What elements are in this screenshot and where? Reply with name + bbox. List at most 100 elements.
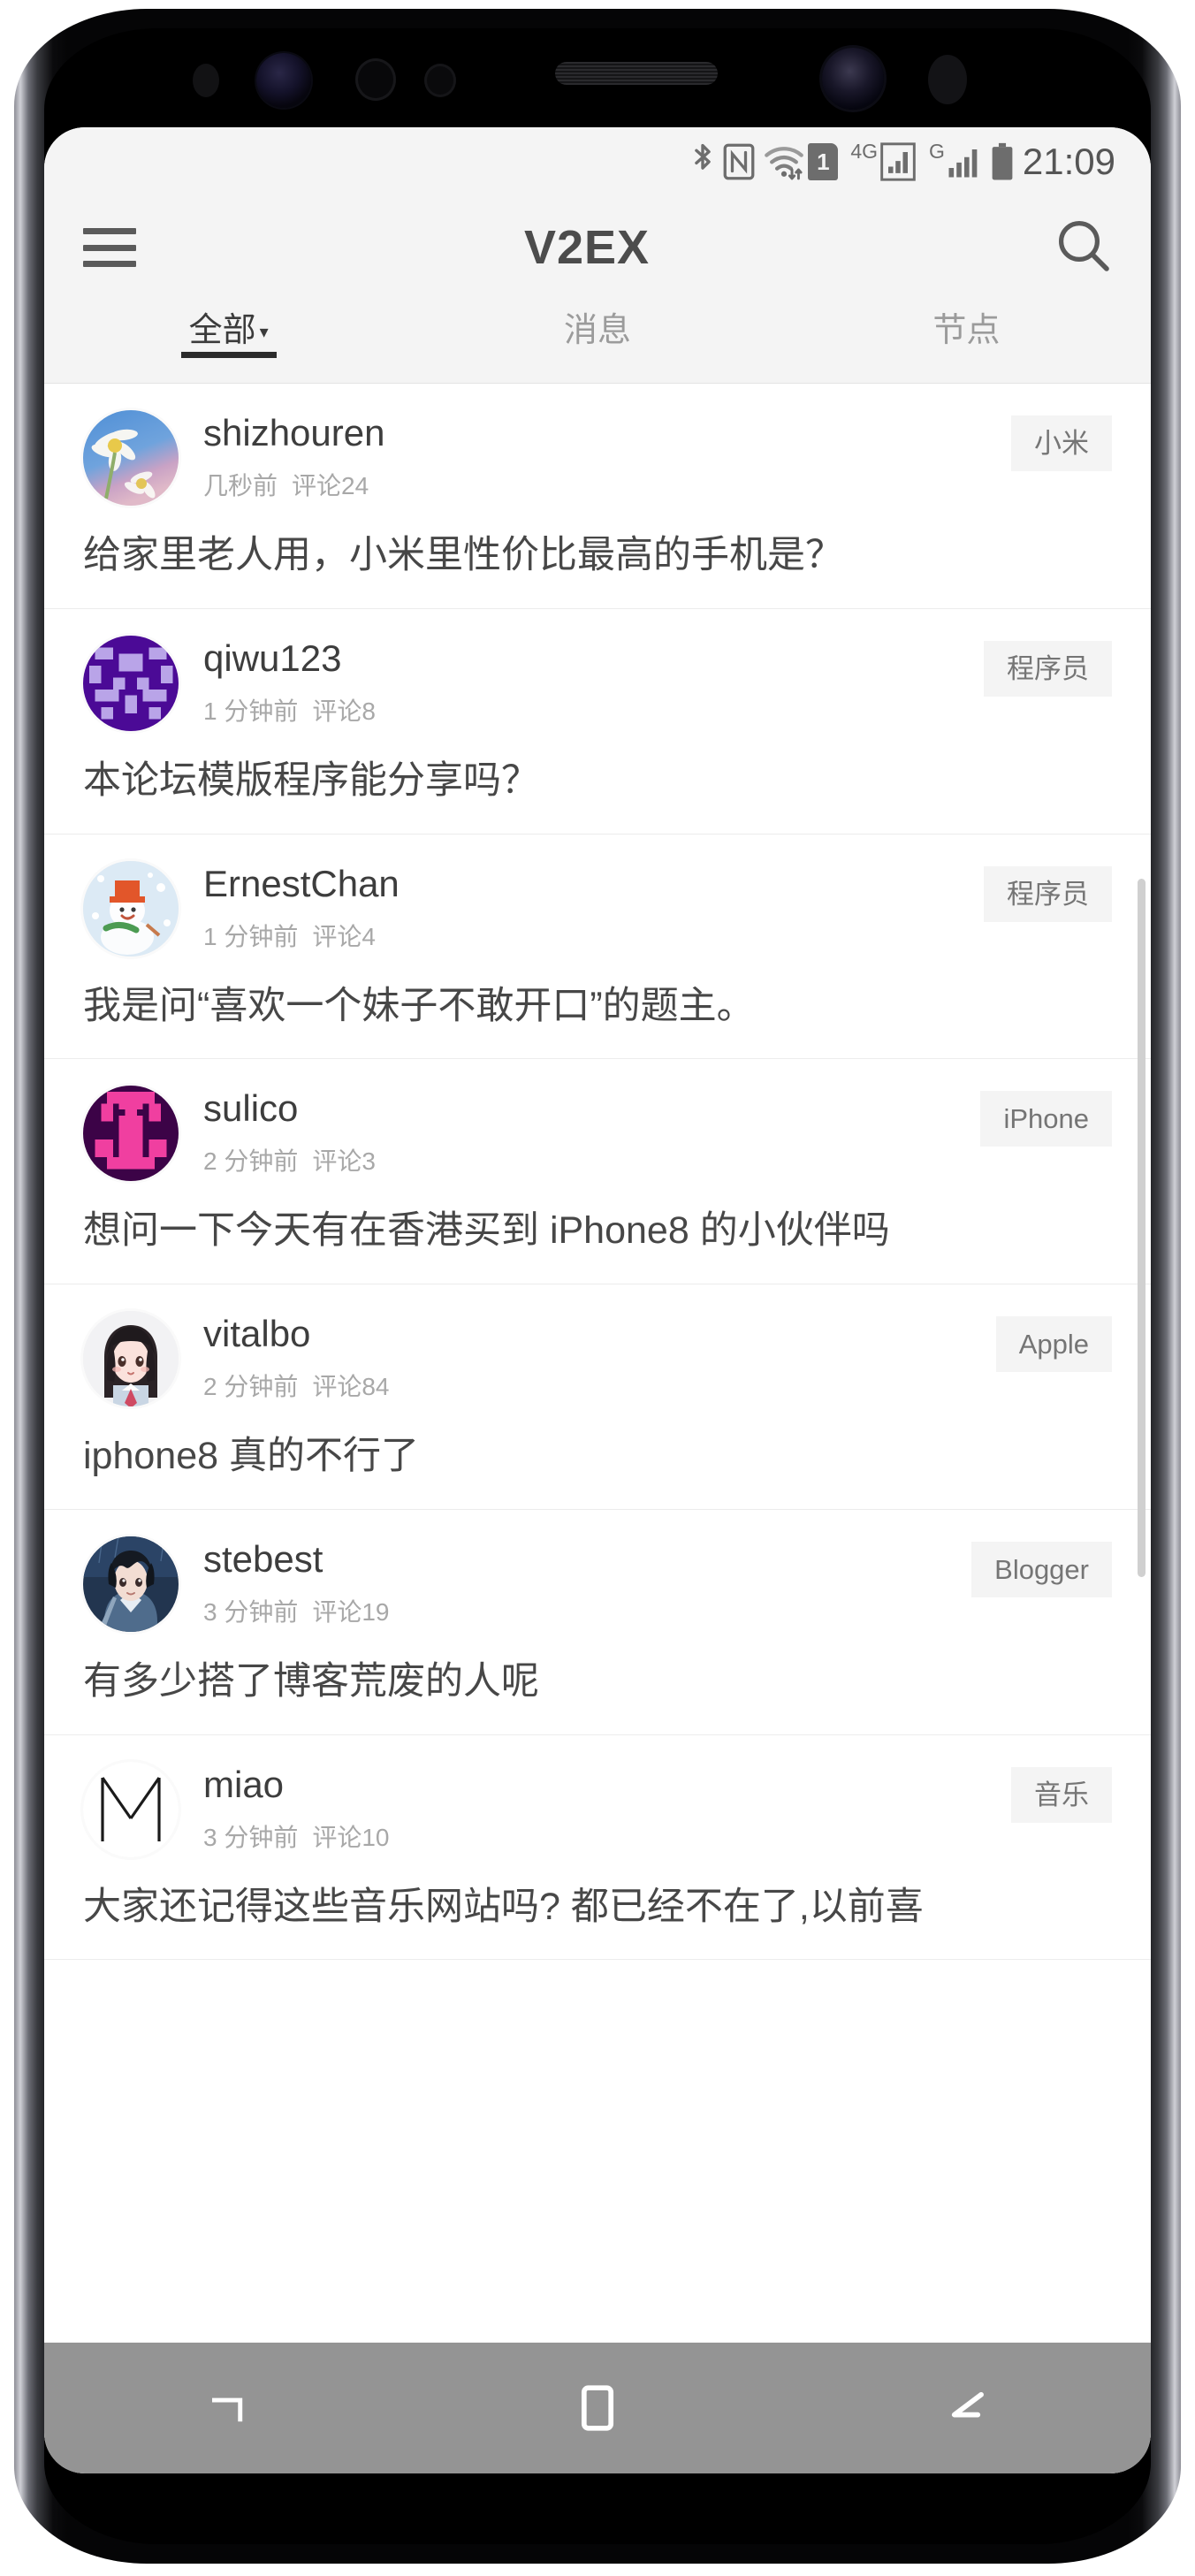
post-comment-count: 评论8 xyxy=(312,697,376,725)
front-camera xyxy=(822,48,884,110)
post-header: miao 3 分钟前 评论10 音乐 xyxy=(83,1761,1112,1857)
network-4g-label: 4G xyxy=(850,140,878,163)
android-navigation-bar xyxy=(44,2343,1151,2473)
post-meta: sulico 2 分钟前 评论3 xyxy=(203,1086,980,1177)
post-submeta: 3 分钟前 评论10 xyxy=(203,1818,1011,1854)
post-item[interactable]: sulico 2 分钟前 评论3 iPhone 想问一下今天有在香港买到 iPho… xyxy=(44,1059,1151,1284)
post-item[interactable]: qiwu123 1 分钟前 评论8 程序员 本论坛模版程序能分享吗？ xyxy=(44,608,1151,835)
anime-girl-avatar xyxy=(83,1311,179,1406)
battery-icon xyxy=(991,142,1023,181)
tab-nodes[interactable]: 节点 xyxy=(782,299,1151,351)
phone-body: 1 4G G 21:09 V2EX 全部 ▾ 消息 节点 shizhouren … xyxy=(14,9,1181,2564)
post-header: shizhouren 几秒前 评论24 小米 xyxy=(83,410,1112,506)
ir-sensor xyxy=(424,64,456,97)
device-bottom-chin xyxy=(44,2473,1151,2544)
post-item[interactable]: stebest 3 分钟前 评论19 Blogger 有多少搭了博客荒废的人呢 xyxy=(44,1509,1151,1735)
post-username[interactable]: shizhouren xyxy=(203,413,1011,453)
recents-square-icon[interactable] xyxy=(163,2359,295,2457)
wifi-icon xyxy=(762,141,808,182)
post-node-tag[interactable]: iPhone xyxy=(980,1091,1112,1147)
phone-inner-bezel: 1 4G G 21:09 V2EX 全部 ▾ 消息 节点 shizhouren … xyxy=(44,28,1151,2544)
post-time: 3 分钟前 xyxy=(203,1597,299,1626)
tab-all[interactable]: 全部 ▾ xyxy=(44,299,413,358)
post-title[interactable]: 大家还记得这些音乐网站吗? 都已经不在了,以前喜 xyxy=(83,1884,1112,1960)
hamburger-menu-icon[interactable] xyxy=(83,228,136,267)
post-node-tag[interactable]: 小米 xyxy=(1011,415,1112,471)
status-bar: 1 4G G 21:09 xyxy=(44,127,1151,196)
post-username[interactable]: ErnestChan xyxy=(203,864,984,903)
phone-screen: 1 4G G 21:09 V2EX 全部 ▾ 消息 节点 shizhouren … xyxy=(44,127,1151,2473)
post-title[interactable]: 有多少搭了博客荒废的人呢 xyxy=(83,1658,1112,1734)
post-node-tag[interactable]: 程序员 xyxy=(984,865,1112,922)
avatar[interactable] xyxy=(83,860,179,956)
avatar[interactable] xyxy=(83,1311,179,1406)
post-comment-count: 评论4 xyxy=(312,922,376,950)
post-time: 2 分钟前 xyxy=(203,1373,299,1401)
tab-messages[interactable]: 消息 xyxy=(413,299,781,351)
earpiece-speaker xyxy=(555,62,718,85)
tab-bar: 全部 ▾ 消息 节点 xyxy=(44,299,1151,384)
post-meta: vitalbo 2 分钟前 评论84 xyxy=(203,1311,996,1403)
led-indicator xyxy=(928,55,967,104)
avatar[interactable] xyxy=(83,635,179,731)
avatar[interactable] xyxy=(83,1761,179,1857)
chevron-down-icon: ▾ xyxy=(259,323,269,343)
letter-m-avatar xyxy=(83,1761,179,1857)
post-node-tag[interactable]: 程序员 xyxy=(984,640,1112,697)
signal-g-icon xyxy=(947,143,991,180)
post-feed[interactable]: shizhouren 几秒前 评论24 小米 给家里老人用，小米里性价比最高的手机… xyxy=(44,384,1151,2473)
tab-nodes-label: 节点 xyxy=(932,312,1001,349)
tab-all-label: 全部 xyxy=(188,312,256,349)
post-username[interactable]: miao xyxy=(203,1764,1011,1804)
signal-4g-icon xyxy=(879,142,929,181)
device-frame: 1 4G G 21:09 V2EX 全部 ▾ 消息 节点 shizhouren … xyxy=(0,0,1195,2576)
avatar[interactable] xyxy=(83,1086,179,1182)
page-title: V2EX xyxy=(523,221,651,274)
post-username[interactable]: vitalbo xyxy=(203,1314,996,1353)
post-item[interactable]: shizhouren 几秒前 评论24 小米 给家里老人用，小米里性价比最高的手机… xyxy=(44,384,1151,609)
snowman-illustration-avatar xyxy=(83,860,179,956)
app-bar: V2EX xyxy=(44,196,1151,299)
post-item[interactable]: ErnestChan 1 分钟前 评论4 程序员 我是问“喜欢一个妹子不敢开口”的… xyxy=(44,834,1151,1060)
post-item[interactable]: vitalbo 2 分钟前 评论84 Apple iphone8 真的不行了 xyxy=(44,1284,1151,1510)
post-title[interactable]: 想问一下今天有在香港买到 iPhone8 的小伙伴吗 xyxy=(83,1208,1112,1284)
post-header: vitalbo 2 分钟前 评论84 Apple xyxy=(83,1311,1112,1406)
post-comment-count: 评论10 xyxy=(312,1823,390,1851)
back-arrow-icon[interactable] xyxy=(900,2359,1032,2457)
post-title[interactable]: 给家里老人用，小米里性价比最高的手机是？ xyxy=(83,532,1112,608)
post-username[interactable]: qiwu123 xyxy=(203,638,984,678)
post-submeta: 2 分钟前 评论3 xyxy=(203,1142,980,1177)
post-time: 2 分钟前 xyxy=(203,1147,299,1176)
post-item[interactable]: miao 3 分钟前 评论10 音乐 大家还记得这些音乐网站吗? 都已经不在了,以… xyxy=(44,1734,1151,1961)
flower-photo-avatar xyxy=(83,410,179,506)
post-title[interactable]: 本论坛模版程序能分享吗？ xyxy=(83,758,1112,834)
post-node-tag[interactable]: Blogger xyxy=(971,1541,1112,1597)
post-node-tag[interactable]: 音乐 xyxy=(1011,1766,1112,1823)
post-meta: qiwu123 1 分钟前 评论8 xyxy=(203,636,984,728)
bluetooth-icon xyxy=(688,141,723,182)
post-meta: shizhouren 几秒前 评论24 xyxy=(203,410,1011,502)
tab-active-indicator xyxy=(180,352,277,358)
post-submeta: 1 分钟前 评论4 xyxy=(203,918,984,953)
post-comment-count: 评论84 xyxy=(312,1373,390,1401)
nfc-icon xyxy=(723,143,762,180)
home-square-icon[interactable] xyxy=(531,2359,664,2457)
search-icon[interactable] xyxy=(1055,217,1112,278)
post-node-tag[interactable]: Apple xyxy=(995,1316,1112,1372)
post-title[interactable]: iphone8 真的不行了 xyxy=(83,1433,1112,1509)
post-username[interactable]: sulico xyxy=(203,1089,980,1128)
avatar[interactable] xyxy=(83,410,179,506)
avatar[interactable] xyxy=(83,1536,179,1632)
post-comment-count: 评论19 xyxy=(312,1597,390,1626)
proximity-sensor xyxy=(193,64,219,97)
light-sensor xyxy=(355,58,396,101)
post-meta: stebest 3 分钟前 评论19 xyxy=(203,1536,971,1628)
network-g-label: G xyxy=(929,140,945,163)
post-comment-count: 评论24 xyxy=(292,472,369,500)
scrollbar-thumb[interactable] xyxy=(1138,879,1146,1577)
post-submeta: 1 分钟前 评论8 xyxy=(203,692,984,728)
post-submeta: 2 分钟前 评论84 xyxy=(203,1368,996,1403)
post-username[interactable]: stebest xyxy=(203,1539,971,1579)
post-title[interactable]: 我是问“喜欢一个妹子不敢开口”的题主。 xyxy=(83,983,1112,1059)
post-submeta: 几秒前 评论24 xyxy=(203,467,1011,502)
